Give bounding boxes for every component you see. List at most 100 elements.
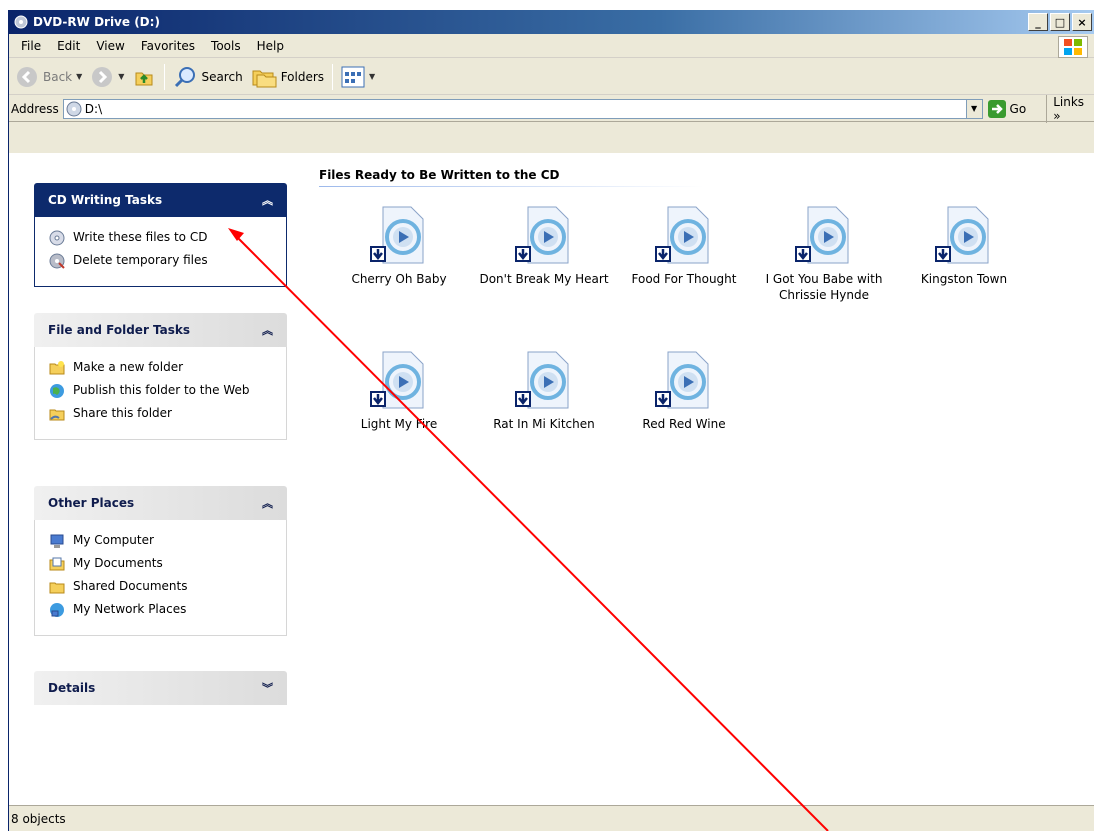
- file-folder-tasks-header[interactable]: File and Folder Tasks ︽: [34, 313, 287, 347]
- file-item[interactable]: I Got You Babe with Chrissie Hynde: [754, 203, 894, 303]
- menu-favorites[interactable]: Favorites: [133, 39, 203, 53]
- file-name: Cherry Oh Baby: [351, 272, 447, 286]
- files-section-title: Files Ready to Be Written to the CD: [319, 168, 560, 182]
- media-file-icon: [655, 206, 709, 264]
- file-folder-tasks-title: File and Folder Tasks: [48, 323, 191, 337]
- folder-icon: [49, 582, 65, 594]
- search-label: Search: [201, 69, 243, 84]
- search-icon: [175, 66, 196, 87]
- media-file-icon: [515, 206, 569, 264]
- drive-icon: [66, 101, 82, 116]
- shared-documents-label: Shared Documents: [73, 579, 188, 593]
- collapse-chevron-icon[interactable]: ︽: [262, 192, 273, 208]
- publish-folder-label: Publish this folder to the Web: [73, 383, 250, 397]
- media-file-icon: [370, 351, 424, 409]
- my-computer-label: My Computer: [73, 533, 154, 547]
- file-folder-tasks-panel: File and Folder Tasks ︽ Make a new folde…: [34, 313, 287, 440]
- file-item[interactable]: Rat In Mi Kitchen: [474, 348, 614, 432]
- make-new-folder-link[interactable]: Make a new folder: [49, 360, 272, 376]
- back-dropdown-icon[interactable]: ▼: [76, 72, 82, 81]
- share-folder-link[interactable]: Share this folder: [49, 406, 272, 422]
- content-area: CD Writing Tasks ︽ Write these files to …: [9, 153, 1094, 805]
- details-panel: Details ︾: [34, 671, 287, 705]
- task-pane: CD Writing Tasks ︽ Write these files to …: [9, 153, 309, 805]
- maximize-button[interactable]: □: [1050, 13, 1070, 31]
- windows-logo-icon: [1058, 36, 1088, 58]
- title-bar[interactable]: DVD-RW Drive (D:) _ □ ×: [9, 10, 1094, 34]
- collapse-chevron-icon[interactable]: ︽: [262, 322, 273, 338]
- media-file-icon: [935, 206, 989, 264]
- details-title: Details: [48, 681, 96, 695]
- media-file-icon: [795, 206, 849, 264]
- cd-writing-tasks-panel: CD Writing Tasks ︽ Write these files to …: [34, 183, 287, 287]
- delete-temp-label: Delete temporary files: [73, 253, 208, 267]
- shared-documents-link[interactable]: Shared Documents: [49, 579, 272, 595]
- address-dropdown-icon[interactable]: ▼: [965, 99, 982, 118]
- forward-arrow-icon: [92, 66, 113, 87]
- file-name: Food For Thought: [631, 272, 737, 286]
- toolbar-separator: [164, 63, 166, 90]
- my-computer-link[interactable]: My Computer: [49, 533, 272, 549]
- file-item[interactable]: Red Red Wine: [614, 348, 754, 432]
- window-title: DVD-RW Drive (D:): [33, 15, 160, 29]
- folders-button[interactable]: Folders: [247, 62, 328, 92]
- back-arrow-icon: [17, 66, 37, 87]
- address-value: D:\: [84, 101, 103, 116]
- network-icon: [50, 603, 64, 617]
- standard-toolbar: Back ▼ ▼ Search Folders ▼: [9, 59, 1094, 95]
- write-files-to-cd-link[interactable]: Write these files to CD: [49, 230, 272, 246]
- menu-help[interactable]: Help: [249, 39, 292, 53]
- views-dropdown-icon[interactable]: ▼: [369, 72, 375, 81]
- new-folder-icon: [49, 361, 65, 375]
- file-area: Files Ready to Be Written to the CD Cher…: [319, 153, 1094, 805]
- drive-icon: [14, 15, 28, 29]
- file-item[interactable]: Kingston Town: [894, 203, 1034, 287]
- my-documents-link[interactable]: My Documents: [49, 556, 272, 572]
- cd-writing-tasks-header[interactable]: CD Writing Tasks ︽: [34, 183, 287, 217]
- my-network-places-link[interactable]: My Network Places: [49, 602, 272, 618]
- forward-button[interactable]: ▼: [86, 62, 128, 92]
- cd-writing-tasks-title: CD Writing Tasks: [48, 193, 163, 207]
- forward-dropdown-icon[interactable]: ▼: [118, 72, 124, 81]
- other-places-header[interactable]: Other Places ︽: [34, 486, 287, 520]
- file-item[interactable]: Food For Thought: [614, 203, 754, 287]
- status-bar: 8 objects: [9, 805, 1094, 831]
- globe-icon: [50, 384, 64, 398]
- file-item[interactable]: Don't Break My Heart: [474, 203, 614, 287]
- my-documents-label: My Documents: [73, 556, 163, 570]
- menu-file[interactable]: File: [13, 39, 49, 53]
- collapse-chevron-icon[interactable]: ︽: [262, 495, 273, 511]
- expand-chevron-icon[interactable]: ︾: [262, 680, 273, 696]
- computer-icon: [50, 534, 64, 548]
- file-name: Light My Fire: [360, 417, 438, 431]
- views-button[interactable]: ▼: [337, 62, 379, 92]
- make-folder-label: Make a new folder: [73, 360, 184, 374]
- explorer-window: DVD-RW Drive (D:) _ □ × File Edit View F…: [8, 10, 1094, 831]
- menu-edit[interactable]: Edit: [49, 39, 88, 53]
- media-file-icon: [515, 351, 569, 409]
- publish-folder-link[interactable]: Publish this folder to the Web: [49, 383, 272, 399]
- close-button[interactable]: ×: [1072, 13, 1092, 31]
- search-button[interactable]: Search: [169, 62, 246, 92]
- share-folder-icon: [49, 409, 65, 421]
- back-button[interactable]: Back ▼: [11, 62, 86, 92]
- section-divider: [319, 186, 704, 187]
- menu-tools[interactable]: Tools: [203, 39, 249, 53]
- address-input[interactable]: D:\ ▼: [62, 98, 983, 119]
- write-files-label: Write these files to CD: [73, 230, 208, 244]
- details-header[interactable]: Details ︾: [34, 671, 287, 705]
- share-folder-label: Share this folder: [73, 406, 172, 420]
- delete-temporary-files-link[interactable]: Delete temporary files: [49, 253, 272, 269]
- go-button[interactable]: Go: [987, 99, 1026, 119]
- file-name: I Got You Babe with Chrissie Hynde: [765, 272, 883, 302]
- up-button[interactable]: [128, 62, 160, 92]
- documents-icon: [49, 557, 65, 571]
- file-name: Don't Break My Heart: [479, 272, 609, 286]
- file-item[interactable]: Cherry Oh Baby: [329, 203, 469, 287]
- minimize-button[interactable]: _: [1028, 13, 1048, 31]
- toolbar-separator: [332, 63, 334, 90]
- file-item[interactable]: Light My Fire: [329, 348, 469, 432]
- links-button[interactable]: Links »: [1046, 94, 1094, 123]
- links-label: Links: [1053, 94, 1085, 109]
- menu-view[interactable]: View: [88, 39, 132, 53]
